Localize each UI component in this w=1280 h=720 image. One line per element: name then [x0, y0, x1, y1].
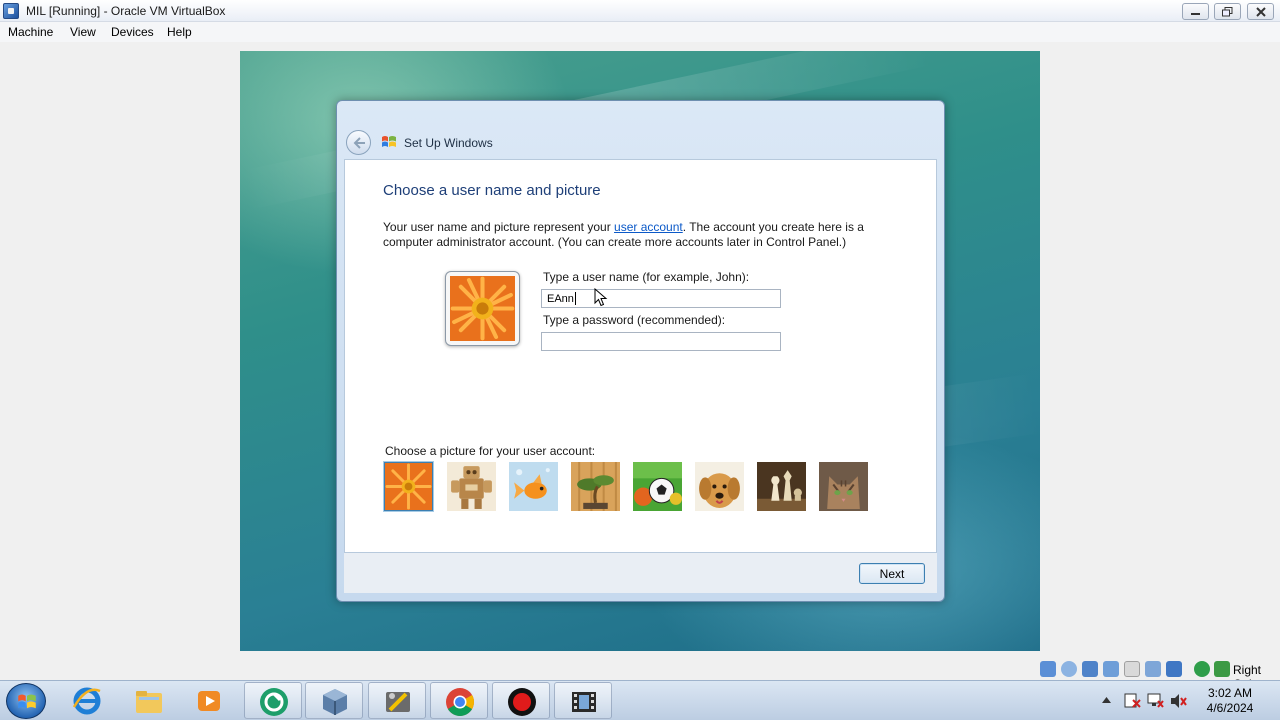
tools-icon [386, 692, 410, 712]
vm-display[interactable]: Set Up Windows Choose a user name and pi… [240, 51, 1040, 651]
action-center-icon[interactable] [1124, 693, 1142, 709]
page-description: Your user name and picture represent you… [383, 220, 883, 250]
show-hidden-icons-icon[interactable] [1102, 697, 1111, 703]
host-window-title: MIL [Running] - Oracle VM VirtualBox [26, 4, 226, 18]
film-strip-icon [572, 692, 596, 712]
robot-picture-icon [447, 462, 496, 511]
username-input[interactable] [541, 289, 781, 308]
media-player-icon [198, 691, 220, 711]
back-arrow-icon [353, 137, 365, 149]
menu-help[interactable]: Help [167, 25, 192, 39]
minimize-icon [1191, 13, 1200, 15]
restore-icon [1222, 7, 1233, 17]
dog-picture-icon [695, 462, 744, 511]
system-clock[interactable]: 3:02 AM 4/6/2024 [1196, 686, 1264, 716]
taskbar-file-explorer[interactable] [120, 682, 178, 719]
optical-drive-status-icon[interactable] [1061, 661, 1077, 677]
setup-window-title: Set Up Windows [404, 136, 493, 150]
back-button[interactable] [346, 130, 371, 155]
picture-option-goldfish[interactable] [509, 462, 558, 511]
setup-windows-dialog: Set Up Windows Choose a user name and pi… [336, 100, 945, 602]
username-label: Type a user name (for example, John): [543, 270, 750, 284]
windows-logo-icon [382, 136, 396, 147]
restore-button[interactable] [1214, 3, 1241, 20]
host-menu-bar: Machine View Devices Help [0, 22, 1280, 42]
folder-icon [136, 691, 162, 713]
virtualbox-icon [323, 689, 347, 715]
kitten-picture-icon [819, 462, 868, 511]
taskbar-app-green-circle[interactable] [244, 682, 302, 719]
taskbar-chrome[interactable] [430, 682, 488, 719]
mouse-pointer-icon [594, 288, 608, 307]
menu-view[interactable]: View [70, 25, 96, 39]
flower-picture-icon [450, 276, 515, 341]
taskbar-record[interactable] [492, 682, 550, 719]
goldfish-picture-icon [509, 462, 558, 511]
clock-time: 3:02 AM [1207, 686, 1253, 700]
vm-status-bar: Right Ctrl [0, 658, 1280, 691]
text-caret [575, 292, 576, 305]
minimize-button[interactable] [1182, 3, 1209, 20]
start-button[interactable] [6, 683, 46, 719]
page-heading: Choose a user name and picture [383, 182, 601, 199]
mouse-integration-status-icon[interactable] [1214, 661, 1230, 677]
selected-user-picture [445, 271, 520, 346]
green-circle-app-icon [260, 688, 288, 716]
chess-picture-icon [757, 462, 806, 511]
taskbar-internet-explorer[interactable] [58, 682, 116, 719]
shared-folders-status-icon[interactable] [1145, 661, 1161, 677]
next-button[interactable]: Next [859, 563, 925, 584]
bonsai-picture-icon [571, 462, 620, 511]
close-icon [1256, 7, 1266, 17]
picture-option-dog[interactable] [695, 462, 744, 511]
network-status-icon[interactable] [1103, 661, 1119, 677]
taskbar-tools[interactable] [368, 682, 426, 719]
usb-status-icon[interactable] [1124, 661, 1140, 677]
host-title-bar: MIL [Running] - Oracle VM VirtualBox [0, 0, 1280, 22]
menu-devices[interactable]: Devices [111, 25, 154, 39]
windows-logo-icon [18, 694, 36, 709]
picture-option-robot[interactable] [447, 462, 496, 511]
picture-option-flower[interactable] [384, 462, 433, 511]
clock-date: 4/6/2024 [1206, 701, 1254, 715]
close-button[interactable] [1247, 3, 1274, 20]
virtualization-status-icon[interactable] [1194, 661, 1210, 677]
taskbar-video-editor[interactable] [554, 682, 612, 719]
password-input[interactable] [541, 332, 781, 351]
picture-option-chess[interactable] [757, 462, 806, 511]
internet-explorer-icon [72, 687, 101, 715]
user-account-link[interactable]: user account [614, 220, 683, 234]
picture-option-soccer-ball[interactable] [633, 462, 682, 511]
picture-chooser-label: Choose a picture for your user account: [385, 444, 596, 458]
display-status-icon[interactable] [1166, 661, 1182, 677]
description-text-start: Your user name and picture represent you… [383, 220, 615, 234]
taskbar-media-player[interactable] [180, 682, 238, 719]
soccer-ball-picture-icon [633, 462, 682, 511]
audio-status-icon[interactable] [1082, 661, 1098, 677]
flower-picture-icon [385, 463, 432, 510]
hard-disk-status-icon[interactable] [1040, 661, 1056, 677]
menu-machine[interactable]: Machine [8, 25, 53, 39]
chrome-icon [446, 688, 474, 716]
picture-option-kitten[interactable] [819, 462, 868, 511]
setup-content-panel: Choose a user name and picture Your user… [344, 159, 937, 553]
picture-option-bonsai[interactable] [571, 462, 620, 511]
virtualbox-app-icon[interactable] [3, 3, 19, 19]
record-icon [508, 688, 536, 716]
network-tray-icon[interactable] [1147, 693, 1165, 709]
password-label: Type a password (recommended): [543, 313, 726, 327]
host-taskbar [0, 680, 1280, 720]
volume-muted-icon[interactable] [1170, 693, 1188, 709]
setup-footer: Next [344, 553, 937, 593]
taskbar-virtualbox[interactable] [305, 682, 363, 719]
